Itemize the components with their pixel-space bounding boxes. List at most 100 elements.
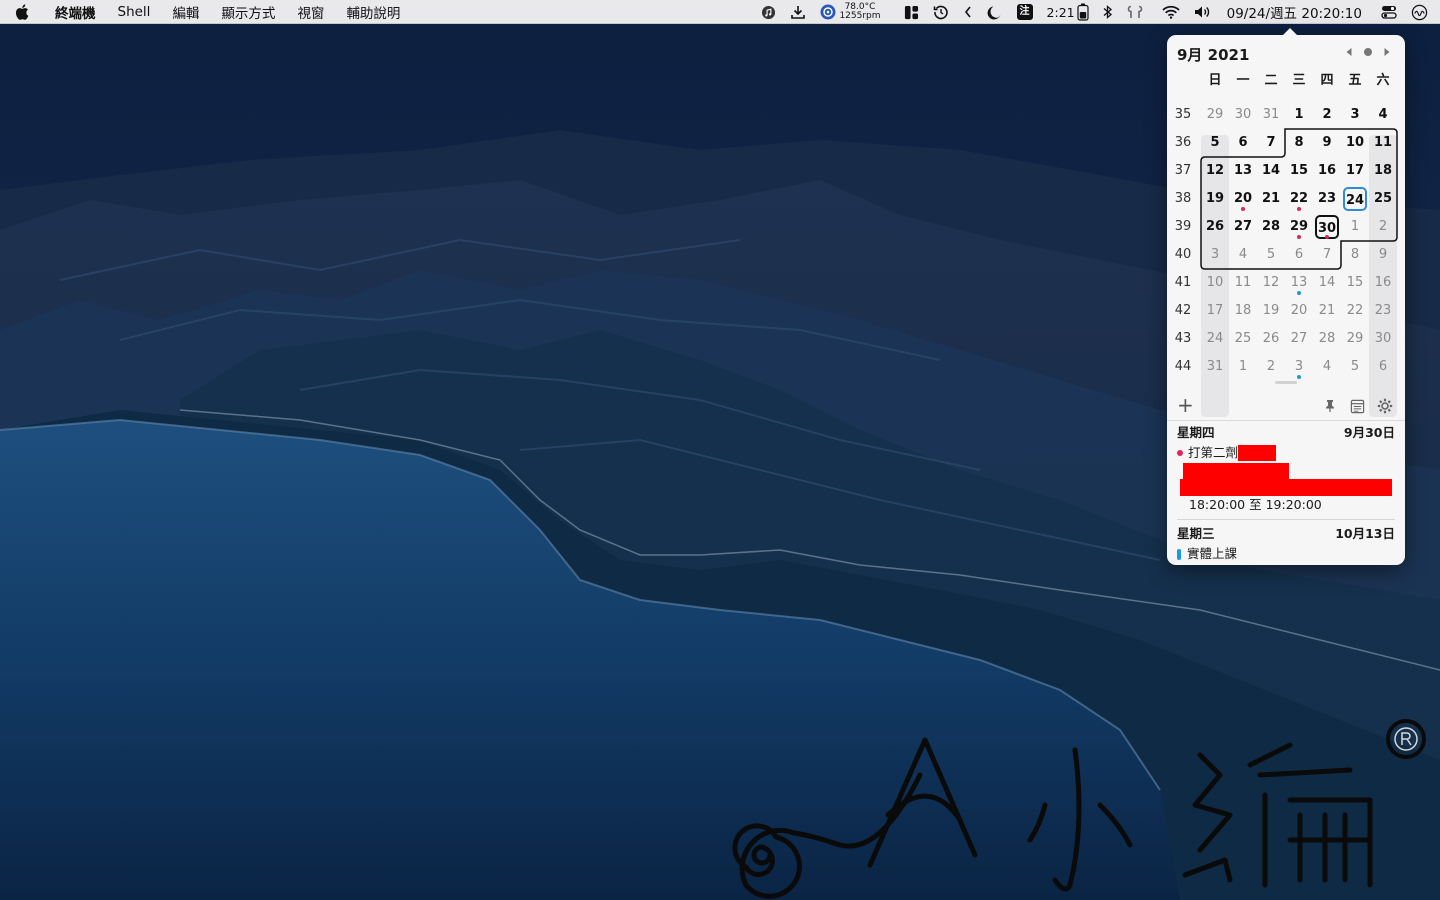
calendar-day[interactable]: 29 [1201,101,1229,129]
calendar-day[interactable]: 27 [1229,213,1257,241]
calendar-day[interactable]: 6 [1229,129,1257,157]
previous-month-icon[interactable] [1345,47,1353,57]
calendar-day[interactable]: 18 [1369,157,1397,185]
calendar-day[interactable]: 15 [1285,157,1313,185]
calendar-day[interactable]: 5 [1341,353,1369,381]
calendar-day[interactable]: 22 [1341,297,1369,325]
calendar-day[interactable]: 13 [1229,157,1257,185]
calendar-day[interactable]: 10 [1341,129,1369,157]
calendar-day[interactable]: 31 [1257,101,1285,129]
input-method-icon[interactable]: 注 [1010,0,1040,24]
add-event-icon[interactable]: + [1177,395,1194,415]
calendar-day[interactable]: 1 [1229,353,1257,381]
calendar-day[interactable]: 21 [1313,297,1341,325]
calendar-day[interactable]: 12 [1257,269,1285,297]
calendar-day[interactable]: 7 [1257,129,1285,157]
calendar-day[interactable]: 16 [1369,269,1397,297]
download-icon[interactable] [783,0,813,24]
calendar-day[interactable]: 4 [1229,241,1257,269]
layout-icon[interactable] [888,0,926,24]
calendar-day[interactable]: 19 [1257,297,1285,325]
menubar-clock[interactable]: 09/24/週五 20:20:10 [1219,0,1374,24]
calendar-day[interactable]: 12 [1201,157,1229,185]
history-icon[interactable] [926,0,956,24]
volume-icon[interactable] [1187,0,1219,24]
calendar-day[interactable]: 30 [1369,325,1397,353]
wifi-icon[interactable] [1150,0,1187,24]
menu-view[interactable]: 顯示方式 [210,2,286,22]
calendar-day[interactable]: 30 [1229,101,1257,129]
calendar-day[interactable]: 27 [1285,325,1313,353]
sensor-icon[interactable] [813,0,839,24]
calendar-day[interactable]: 1 [1341,213,1369,241]
calendar-day[interactable]: 2 [1313,101,1341,129]
today-dot-icon[interactable] [1363,47,1373,57]
calendar-day[interactable]: 31 [1201,353,1229,381]
pin-icon[interactable] [1321,397,1339,415]
music-icon[interactable] [754,0,783,24]
siri-icon[interactable] [1404,0,1440,24]
collapse-icon[interactable] [956,0,980,24]
calendar-app-icon[interactable] [1348,397,1366,415]
calendar-day[interactable]: 5 [1257,241,1285,269]
event-item[interactable]: 實體上課 [1177,544,1395,564]
menu-terminal[interactable]: 終端機 [44,2,107,22]
calendar-day[interactable]: 17 [1341,157,1369,185]
calendar-day[interactable]: 20 [1285,297,1313,325]
calendar-day[interactable]: 3 [1341,101,1369,129]
battery-icon[interactable] [1077,0,1096,24]
calendar-day[interactable]: 9 [1313,129,1341,157]
battery-time[interactable]: 2:21 [1040,0,1077,24]
moon-icon[interactable] [980,0,1010,24]
calendar-day[interactable]: 26 [1257,325,1285,353]
calendar-day[interactable]: 11 [1229,269,1257,297]
calendar-day[interactable]: 23 [1313,185,1341,213]
gear-icon[interactable] [1376,397,1394,415]
calendar-day[interactable]: 29 [1341,325,1369,353]
menu-window[interactable]: 視窗 [286,2,335,22]
calendar-day[interactable]: 15 [1341,269,1369,297]
apple-icon[interactable] [0,3,44,20]
calendar-day[interactable]: 19 [1201,185,1229,213]
calendar-day[interactable]: 2 [1257,353,1285,381]
calendar-day[interactable]: 18 [1229,297,1257,325]
calendar-day[interactable]: 17 [1201,297,1229,325]
calendar-day[interactable]: 16 [1313,157,1341,185]
calendar-day[interactable]: 1 [1285,101,1313,129]
sensor-readout[interactable]: 78.0°C 1255rpm [839,0,887,24]
airpods-icon[interactable] [1120,0,1150,24]
calendar-day[interactable]: 25 [1229,325,1257,353]
menu-shell[interactable]: Shell [107,4,162,20]
next-month-icon[interactable] [1383,47,1391,57]
calendar-day[interactable]: 4 [1369,101,1397,129]
calendar-day[interactable]: 25 [1369,185,1397,213]
calendar-day[interactable]: 8 [1341,241,1369,269]
calendar-day[interactable]: 11 [1369,129,1397,157]
calendar-day[interactable]: 14 [1313,269,1341,297]
bluetooth-icon[interactable] [1096,0,1120,24]
calendar-day[interactable]: 3 [1201,241,1229,269]
calendar-day[interactable]: 4 [1313,353,1341,381]
calendar-day[interactable]: 7 [1313,241,1341,269]
calendar-day[interactable]: 28 [1257,213,1285,241]
calendar-day[interactable]: 6 [1369,353,1397,381]
calendar-day[interactable]: 24 [1343,187,1367,211]
event-item[interactable]: 打第二劑 [1177,443,1395,463]
calendar-day[interactable]: 28 [1313,325,1341,353]
resize-handle[interactable] [1275,381,1297,384]
calendar-day[interactable]: 2 [1369,213,1397,241]
calendar-day[interactable]: 14 [1257,157,1285,185]
control-center-icon[interactable] [1374,0,1404,24]
calendar-day[interactable]: 24 [1201,325,1229,353]
calendar-day[interactable]: 5 [1201,129,1229,157]
menu-help[interactable]: 輔助說明 [335,2,411,22]
menu-edit[interactable]: 編輯 [161,2,210,22]
calendar-day[interactable]: 26 [1201,213,1229,241]
calendar-day[interactable]: 10 [1201,269,1229,297]
registered-mark-icon [1386,719,1426,759]
calendar-day[interactable]: 9 [1369,241,1397,269]
calendar-day[interactable]: 23 [1369,297,1397,325]
calendar-day[interactable]: 21 [1257,185,1285,213]
calendar-day[interactable]: 6 [1285,241,1313,269]
calendar-day[interactable]: 8 [1285,129,1313,157]
